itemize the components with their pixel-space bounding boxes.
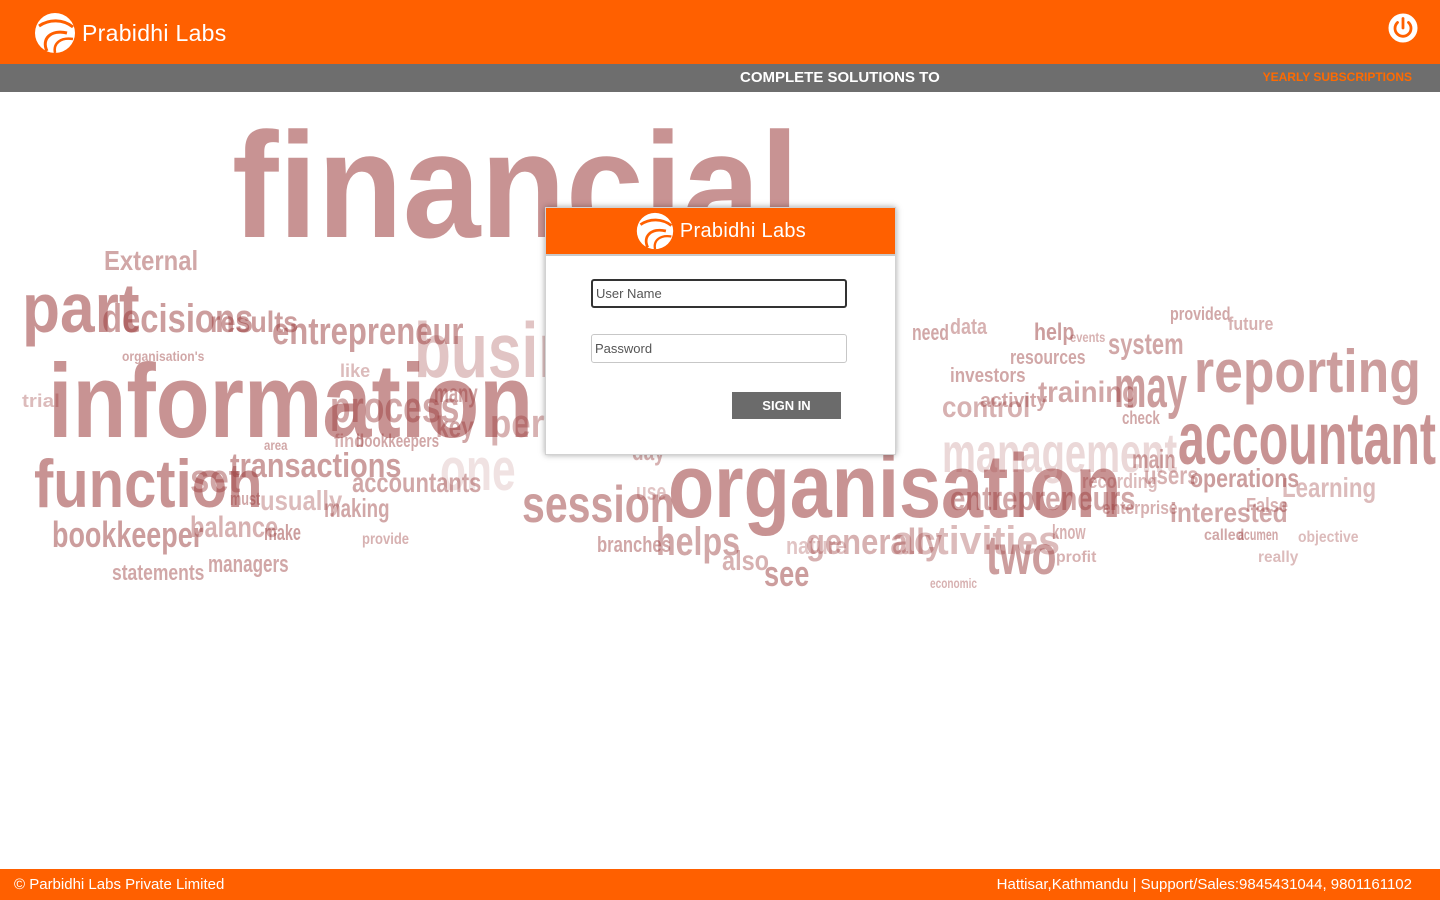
brand-name: Prabidhi Labs xyxy=(82,19,227,46)
wordcloud-word: bookkeepers xyxy=(356,431,439,451)
login-panel: Prabidhi Labs SIGN IN xyxy=(545,207,896,455)
logo-mark-icon xyxy=(35,13,75,54)
wordcloud-word: enterprise xyxy=(1102,498,1178,518)
sign-in-button[interactable]: SIGN IN xyxy=(732,392,841,419)
brand-logo[interactable]: Prabidhi Labs xyxy=(33,11,227,55)
wordcloud-word: provide xyxy=(362,531,409,548)
tagline-marquee: COMPLETE SOLUTIONS TO xyxy=(740,69,940,86)
wordcloud-word: make xyxy=(264,520,301,545)
footer: © Parbidhi Labs Private Limited Hattisar… xyxy=(0,869,1440,900)
footer-copyright: © Parbidhi Labs Private Limited xyxy=(14,876,225,893)
wordcloud-word: statements xyxy=(112,560,204,585)
wordcloud-word: really xyxy=(1258,549,1298,566)
wordcloud-word: help xyxy=(1034,319,1074,346)
wordcloud-word: objective xyxy=(1298,529,1359,546)
login-header: Prabidhi Labs xyxy=(546,208,895,256)
wordcloud-word: area xyxy=(264,437,288,453)
power-icon[interactable] xyxy=(1388,13,1418,43)
wordcloud-word: data xyxy=(950,314,988,339)
username-input[interactable] xyxy=(591,279,847,308)
wordcloud-word: profit xyxy=(1056,549,1097,566)
wordcloud-word: use xyxy=(636,479,666,506)
wordcloud-word: provided xyxy=(1170,304,1230,324)
login-logo-mark-icon xyxy=(636,212,674,250)
announcement-bar: COMPLETE SOLUTIONS TO YEARLY SUBSCRIPTIO… xyxy=(0,64,1440,92)
wordcloud-word: also xyxy=(722,545,769,576)
wordcloud-word: events xyxy=(1070,329,1105,345)
wordcloud-word: system xyxy=(1108,328,1184,361)
wordcloud-word: need xyxy=(912,320,949,345)
wordcloud-word: Learning xyxy=(1282,472,1376,503)
wordcloud-word: False xyxy=(1246,495,1288,517)
wordcloud-word: organisation's xyxy=(122,348,205,364)
wordcloud-word: future xyxy=(1228,314,1273,334)
yearly-subscriptions-link[interactable]: YEARLY SUBSCRIPTIONS xyxy=(1263,70,1412,84)
wordcloud-word: main xyxy=(1132,444,1176,474)
login-brand-name: Prabidhi Labs xyxy=(679,219,807,242)
wordcloud-word: managers xyxy=(208,551,289,578)
footer-contact: Hattisar,Kathmandu | Support/Sales:98454… xyxy=(996,876,1412,893)
wordcloud-word: investors xyxy=(950,365,1026,387)
wordcloud-word: called xyxy=(1204,527,1244,544)
wordcloud-word: one xyxy=(440,436,516,503)
password-input[interactable] xyxy=(591,334,847,363)
wordcloud-word: like xyxy=(340,361,370,381)
wordcloud-word: training xyxy=(1038,376,1139,409)
wordcloud-word: find xyxy=(334,431,364,451)
wordcloud-word: know xyxy=(1052,522,1086,544)
wordcloud-word: making xyxy=(324,493,390,523)
wordcloud-word: accountant xyxy=(1178,397,1436,480)
wordcloud-word: External xyxy=(104,245,198,276)
wordcloud-word: bookkeeper xyxy=(52,514,203,555)
top-header: Prabidhi Labs xyxy=(0,0,1440,64)
wordcloud-word: trial xyxy=(22,391,60,411)
wordcloud-word: economic xyxy=(930,575,977,591)
wordcloud-word: must xyxy=(230,489,260,509)
wordcloud-word: reporting xyxy=(1194,338,1421,405)
wordcloud-word: two xyxy=(986,523,1057,586)
wordcloud-word: many xyxy=(434,378,478,408)
wordcloud-word: activity xyxy=(980,390,1048,412)
